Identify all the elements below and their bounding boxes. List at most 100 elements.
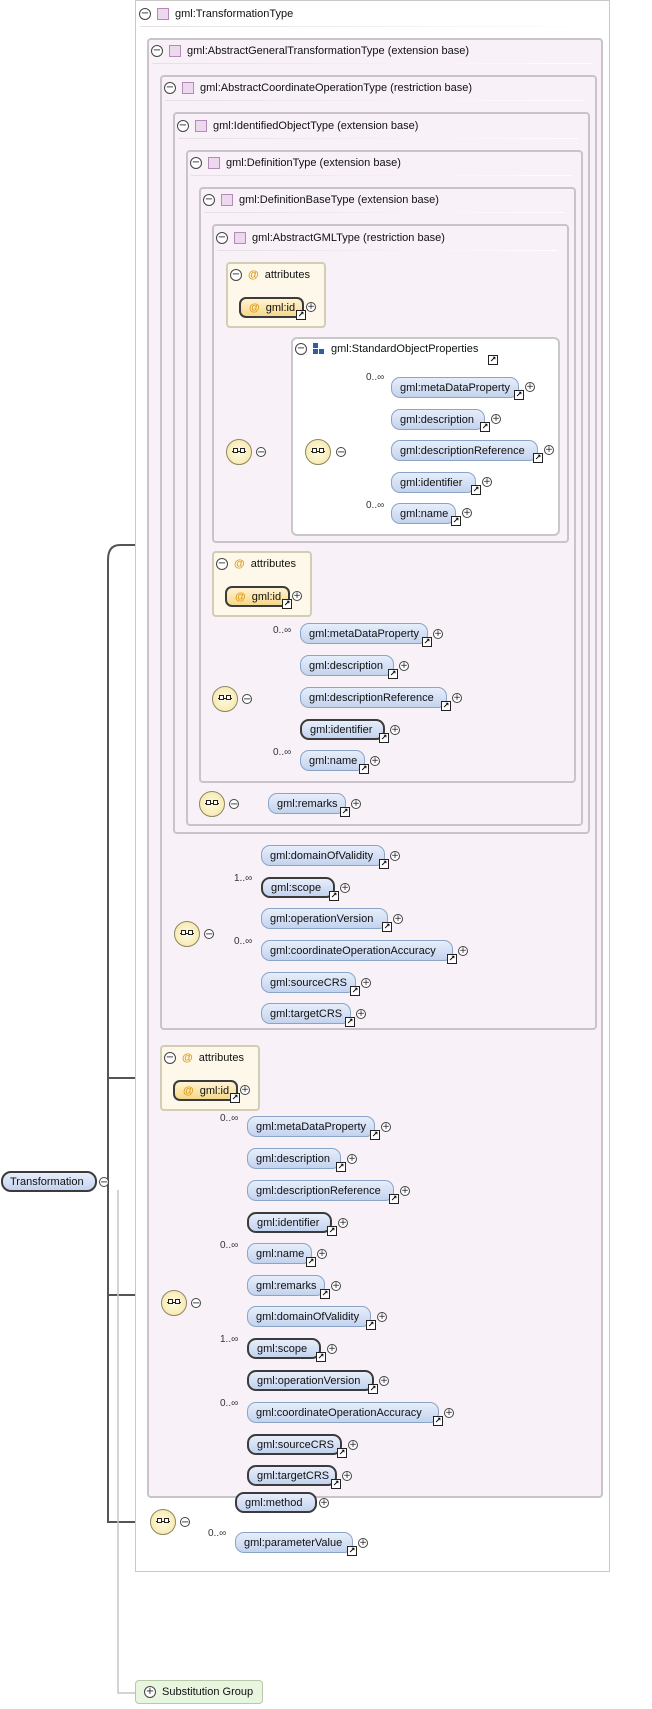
jump-arrow-icon[interactable]: ↗ [345,1017,355,1027]
element-description[interactable]: gml:description [391,409,485,430]
header-definition[interactable]: − gml:DefinitionType (extension base) [190,154,401,172]
jump-arrow-icon[interactable]: ↗ [441,701,451,711]
expand-plus-icon[interactable]: + [377,1312,387,1322]
element-target-crs[interactable]: gml:targetCRS [261,1003,351,1024]
collapse-toggle-icon[interactable]: − [216,558,228,570]
header-abstract-gml[interactable]: − gml:AbstractGMLType (restriction base) [216,229,445,247]
attribute-gml-id[interactable]: @ gml:id [225,586,290,607]
jump-arrow-icon[interactable]: ↗ [347,1546,357,1556]
expand-plus-icon[interactable]: + [452,693,462,703]
collapse-toggle-icon[interactable]: − [139,8,151,20]
element-name[interactable]: gml:name [300,750,365,771]
collapse-toggle-icon[interactable]: − [190,157,202,169]
element-domain-of-validity[interactable]: gml:domainOfValidity [247,1306,371,1327]
element-description-reference[interactable]: gml:descriptionReference [247,1180,394,1201]
expand-plus-icon[interactable]: + [399,661,409,671]
jump-arrow-icon[interactable]: ↗ [350,986,360,996]
jump-arrow-icon[interactable]: ↗ [331,1479,341,1489]
expand-plus-icon[interactable]: + [482,477,492,487]
expand-plus-icon[interactable]: + [240,1085,250,1095]
jump-arrow-icon[interactable]: ↗ [329,891,339,901]
collapse-toggle-icon[interactable]: − [180,1517,190,1528]
collapse-toggle-icon[interactable]: − [204,929,214,940]
header-identified-object[interactable]: − gml:IdentifiedObjectType (extension ba… [177,117,418,135]
jump-arrow-icon[interactable]: ↗ [389,1194,399,1204]
expand-plus-icon[interactable]: + [433,629,443,639]
element-remarks[interactable]: gml:remarks [247,1275,325,1296]
collapse-toggle-icon[interactable]: − [242,694,252,705]
element-name[interactable]: gml:name [391,503,456,524]
element-metadata-property[interactable]: gml:metaDataProperty [300,623,428,644]
expand-plus-icon[interactable]: + [347,1154,357,1164]
jump-arrow-icon[interactable]: ↗ [533,453,543,463]
collapse-toggle-icon[interactable]: − [216,232,228,244]
jump-arrow-icon[interactable]: ↗ [320,1289,330,1299]
collapse-toggle-icon[interactable]: − [229,799,239,810]
collapse-toggle-icon[interactable]: − [295,343,307,355]
element-source-crs[interactable]: gml:sourceCRS [261,972,356,993]
jump-arrow-icon[interactable]: ↗ [514,390,524,400]
element-description-reference[interactable]: gml:descriptionReference [300,687,447,708]
attribute-gml-id[interactable]: @ gml:id [173,1080,238,1101]
collapse-toggle-icon[interactable]: − [164,82,176,94]
element-description[interactable]: gml:description [247,1148,341,1169]
element-target-crs[interactable]: gml:targetCRS [247,1465,337,1486]
element-parameter-value[interactable]: gml:parameterValue [235,1532,353,1553]
expand-plus-icon[interactable]: + [400,1186,410,1196]
attributes-header[interactable]: − @ attributes [230,266,310,284]
header-standard-object-properties[interactable]: − gml:StandardObjectProperties [295,340,478,358]
expand-plus-icon[interactable]: + [358,1538,368,1548]
element-domain-of-validity[interactable]: gml:domainOfValidity [261,845,385,866]
expand-plus-icon[interactable]: + [144,1686,156,1698]
header-definition-base[interactable]: − gml:DefinitionBaseType (extension base… [203,191,439,209]
element-coordinate-operation-accuracy[interactable]: gml:coordinateOperationAccuracy [261,940,453,961]
expand-plus-icon[interactable]: + [292,591,302,601]
header-abstract-general-transformation[interactable]: − gml:AbstractGeneralTransformationType … [151,42,469,60]
attributes-header[interactable]: − @ attributes [216,555,296,573]
collapse-toggle-icon[interactable]: − [177,120,189,132]
expand-plus-icon[interactable]: + [361,978,371,988]
expand-plus-icon[interactable]: + [317,1249,327,1259]
jump-arrow-icon[interactable]: ↗ [366,1320,376,1330]
jump-arrow-icon[interactable]: ↗ [340,807,350,817]
element-identifier[interactable]: gml:identifier [300,719,385,740]
attributes-header[interactable]: − @ attributes [164,1049,244,1067]
expand-plus-icon[interactable]: + [525,382,535,392]
jump-arrow-icon[interactable]: ↗ [370,1130,380,1140]
jump-arrow-icon[interactable]: ↗ [451,516,461,526]
collapse-toggle-icon[interactable]: − [203,194,215,206]
jump-arrow-icon[interactable]: ↗ [379,859,389,869]
element-name[interactable]: gml:name [247,1243,312,1264]
expand-plus-icon[interactable]: + [390,851,400,861]
jump-arrow-icon[interactable]: ↗ [359,764,369,774]
expand-plus-icon[interactable]: + [342,1471,352,1481]
jump-arrow-icon[interactable]: ↗ [447,954,457,964]
element-identifier[interactable]: gml:identifier [391,472,476,493]
jump-arrow-icon[interactable]: ↗ [382,922,392,932]
jump-arrow-icon[interactable]: ↗ [282,599,292,609]
jump-arrow-icon[interactable]: ↗ [433,1416,443,1426]
expand-plus-icon[interactable]: + [331,1281,341,1291]
jump-arrow-icon[interactable]: ↗ [379,733,389,743]
expand-plus-icon[interactable]: + [356,1009,366,1019]
expand-plus-icon[interactable]: + [458,946,468,956]
jump-arrow-icon[interactable]: ↗ [471,485,481,495]
jump-arrow-icon[interactable]: ↗ [230,1093,240,1103]
expand-plus-icon[interactable]: + [370,756,380,766]
collapse-toggle-icon[interactable]: − [191,1298,201,1309]
element-metadata-property[interactable]: gml:metaDataProperty [247,1116,375,1137]
element-operation-version[interactable]: gml:operationVersion [247,1370,374,1391]
expand-plus-icon[interactable]: + [340,883,350,893]
element-operation-version[interactable]: gml:operationVersion [261,908,388,929]
element-remarks[interactable]: gml:remarks [268,793,346,814]
expand-plus-icon[interactable]: + [327,1344,337,1354]
element-description[interactable]: gml:description [300,655,394,676]
jump-arrow-icon[interactable]: ↗ [337,1448,347,1458]
substitution-group[interactable]: + Substitution Group [135,1680,263,1704]
collapse-toggle-icon[interactable]: − [256,447,266,458]
expand-plus-icon[interactable]: + [306,302,316,312]
jump-arrow-icon[interactable]: ↗ [296,310,306,320]
element-method[interactable]: gml:method [235,1492,317,1513]
expand-plus-icon[interactable]: + [338,1218,348,1228]
jump-arrow-icon[interactable]: ↗ [480,422,490,432]
